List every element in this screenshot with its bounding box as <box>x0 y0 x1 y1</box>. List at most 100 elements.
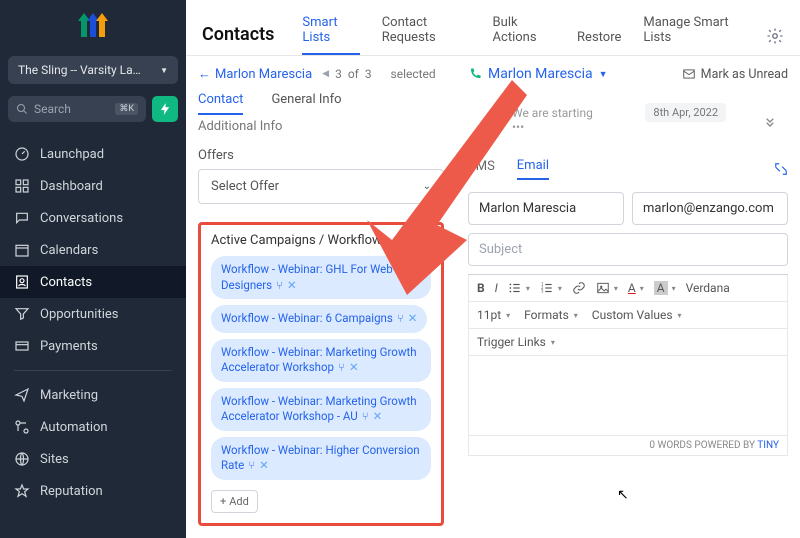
sidebar-item-reputation[interactable]: Reputation <box>0 475 186 507</box>
text-color-button[interactable]: A▾ <box>628 281 644 295</box>
phone-icon <box>468 67 482 81</box>
workflow-icon: ⑂ <box>397 311 404 325</box>
offer-select[interactable]: Select Offer ⌄ <box>198 169 444 204</box>
tab-restore[interactable]: Restore <box>577 30 621 55</box>
tiny-link[interactable]: TINY <box>757 440 779 451</box>
remove-icon[interactable]: ✕ <box>259 458 269 472</box>
bullet-list-button[interactable]: ▾ <box>508 281 530 295</box>
workflow-icon: ⑂ <box>338 360 345 374</box>
offer-placeholder: Select Offer <box>211 179 279 194</box>
from-name-field[interactable]: Marlon Marescia <box>468 192 624 225</box>
editor-body[interactable] <box>468 356 788 436</box>
sidebar-item-label: Marketing <box>40 388 98 403</box>
campaign-chip[interactable]: Workflow - Webinar: GHL For Web Designer… <box>211 256 431 299</box>
search-placeholder: Search <box>34 102 71 116</box>
offers-label: Offers <box>198 148 444 163</box>
add-campaign-button[interactable]: +Add <box>211 490 258 513</box>
tab-smart-lists[interactable]: Smart Lists <box>302 15 359 55</box>
active-campaigns-section: Active Campaigns / Workflows ⌄ Workflow … <box>198 222 444 526</box>
workflow-icon: ⑂ <box>362 409 369 423</box>
campaign-chip[interactable]: Workflow - Webinar: Marketing Growth Acc… <box>211 339 431 382</box>
chevron-down-icon: ▼ <box>160 66 168 75</box>
sidebar-item-label: Automation <box>40 420 108 435</box>
sidebar-item-dashboard[interactable]: Dashboard <box>0 170 186 202</box>
workspace-selector[interactable]: The Sling -- Varsity La… ▼ <box>8 56 178 84</box>
sidebar-item-payments[interactable]: Payments <box>0 330 186 362</box>
campaigns-title: Active Campaigns / Workflows <box>211 233 389 248</box>
bold-button[interactable]: B <box>477 281 485 295</box>
back-button[interactable]: ← Marlon Marescia <box>198 66 312 82</box>
conversation-panel: Marlon Marescia ▼ Mark as Unread We are … <box>456 56 800 538</box>
sidebar-item-opportunities[interactable]: Opportunities <box>0 298 186 330</box>
font-size-select[interactable]: 11pt▾ <box>477 308 510 322</box>
plus-icon: + <box>220 495 226 508</box>
contact-name-link[interactable]: Marlon Marescia ▼ <box>468 66 608 82</box>
sidebar-item-label: Payments <box>40 339 98 354</box>
expand-icon[interactable] <box>762 116 778 132</box>
search-input[interactable]: Search ⌘K <box>8 96 146 122</box>
remove-icon[interactable]: ✕ <box>373 409 383 423</box>
image-button[interactable]: ▾ <box>596 281 618 295</box>
compose-tab-sms[interactable]: SMS <box>468 159 495 179</box>
sub-tab-general-info[interactable]: General Info <box>271 92 341 115</box>
sidebar-item-calendars[interactable]: Calendars <box>0 234 186 266</box>
tab-manage-smart-lists[interactable]: Manage Smart Lists <box>643 15 744 55</box>
campaign-chip[interactable]: Workflow - Webinar: Higher Conversion Ra… <box>211 437 431 480</box>
workflow-icon: ⑂ <box>276 278 283 292</box>
chevron-down-icon[interactable]: ⌄ <box>423 235 431 246</box>
tab-bulk-actions[interactable]: Bulk Actions <box>493 15 556 55</box>
from-email-field[interactable]: marlon@enzango.com <box>632 192 788 225</box>
card-icon <box>14 338 30 354</box>
sidebar-item-label: Sites <box>40 452 69 467</box>
sidebar-item-automation[interactable]: Automation <box>0 411 186 443</box>
star-icon <box>14 483 30 499</box>
pager-prev[interactable]: ◀ <box>322 69 329 79</box>
italic-button[interactable]: I <box>495 281 498 295</box>
mark-unread-button[interactable]: Mark as Unread <box>682 67 788 82</box>
message-preview: We are starting ••• 8th Apr, 2022 <box>512 106 788 134</box>
sub-tab-additional-info[interactable]: Additional Info <box>198 119 444 134</box>
refresh-button[interactable] <box>152 96 178 122</box>
bg-color-button[interactable]: A▾ <box>654 281 676 295</box>
globe-icon <box>14 451 30 467</box>
link-button[interactable] <box>572 281 586 295</box>
caret-down-icon: ▼ <box>599 69 608 80</box>
search-icon <box>16 103 28 115</box>
grid-icon <box>14 178 30 194</box>
sidebar-item-conversations[interactable]: Conversations <box>0 202 186 234</box>
sub-tab-contact[interactable]: Contact <box>198 92 243 115</box>
record-pager: ◀ 3 of 3 ▶ selected <box>322 67 436 81</box>
message-date: 8th Apr, 2022 <box>645 103 726 122</box>
number-list-button[interactable]: 123▾ <box>540 281 562 295</box>
collapse-icon[interactable] <box>774 162 788 176</box>
editor-toolbar-row2: 11pt▾ Formats▾ Custom Values▾ <box>468 302 788 329</box>
contact-icon <box>14 274 30 290</box>
font-family-select[interactable]: Verdana <box>686 281 730 295</box>
back-label: Marlon Marescia <box>215 67 312 82</box>
settings-button[interactable] <box>766 27 784 45</box>
automation-icon <box>14 419 30 435</box>
sidebar-item-marketing[interactable]: Marketing <box>0 379 186 411</box>
nav: Launchpad Dashboard Conversations Calend… <box>0 138 186 538</box>
remove-icon[interactable]: ✕ <box>287 278 297 292</box>
custom-values-select[interactable]: Custom Values▾ <box>592 308 682 322</box>
sidebar-item-label: Launchpad <box>40 147 104 162</box>
subject-field[interactable]: Subject <box>468 233 788 266</box>
formats-select[interactable]: Formats▾ <box>524 308 578 322</box>
remove-icon[interactable]: ✕ <box>408 311 418 325</box>
sidebar: The Sling -- Varsity La… ▼ Search ⌘K Lau… <box>0 0 186 538</box>
compose-tab-email[interactable]: Email <box>517 158 549 180</box>
funnel-icon <box>14 306 30 322</box>
tab-contact-requests[interactable]: Contact Requests <box>382 15 471 55</box>
remove-icon[interactable]: ✕ <box>349 360 359 374</box>
campaign-chip[interactable]: Workflow - Webinar: Marketing Growth Acc… <box>211 388 431 431</box>
envelope-icon <box>682 67 696 81</box>
campaign-chip[interactable]: Workflow - Webinar: 6 Campaigns⑂✕ <box>211 305 427 333</box>
sidebar-item-sites[interactable]: Sites <box>0 443 186 475</box>
sidebar-item-launchpad[interactable]: Launchpad <box>0 138 186 170</box>
sidebar-item-contacts[interactable]: Contacts <box>0 266 186 298</box>
chevron-down-icon: ⌄ <box>423 181 431 192</box>
trigger-links-select[interactable]: Trigger Links▾ <box>477 335 555 349</box>
page-title: Contacts <box>202 24 274 45</box>
chat-icon <box>14 210 30 226</box>
